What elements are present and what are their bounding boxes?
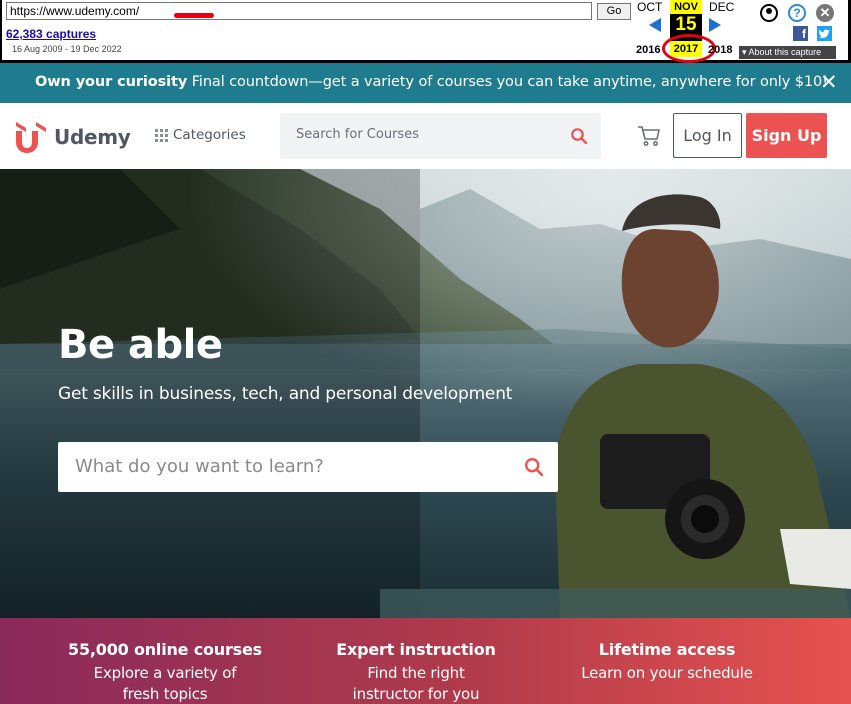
login-button[interactable]: Log In	[673, 113, 742, 158]
feature-description: Find the right instructor for you	[352, 664, 480, 703]
wayback-next-month[interactable]: DEC	[709, 0, 734, 14]
wayback-prev-year[interactable]: 2016	[636, 44, 660, 56]
promo-close-icon[interactable]: ✕	[820, 71, 838, 93]
grid-icon	[155, 128, 168, 142]
hero-subtitle: Get skills in business, tech, and person…	[58, 384, 513, 404]
feature-description: Learn on your schedule	[581, 664, 753, 682]
twitter-icon[interactable]	[817, 26, 832, 41]
search-icon[interactable]	[524, 457, 544, 477]
wayback-prev-month[interactable]: OCT	[637, 0, 662, 14]
feature-title: 55,000 online courses	[68, 640, 262, 659]
site-header: Udemy Categories Log In Sign Up	[0, 103, 851, 169]
red-annotation-mark	[174, 13, 214, 18]
search-icon[interactable]	[570, 127, 588, 145]
wayback-current-month: NOV	[670, 0, 702, 14]
help-icon[interactable]: ?	[788, 4, 806, 22]
promo-banner: Own your curiosity Final countdown—get a…	[0, 63, 851, 103]
wayback-captures-link[interactable]: 62,383 captures	[6, 27, 96, 41]
hero-section: Be able Get skills in business, tech, an…	[0, 169, 851, 618]
promo-bold-text: Own your curiosity	[35, 74, 188, 90]
signup-button[interactable]: Sign Up	[746, 113, 827, 158]
about-capture-label: About this capture	[748, 47, 822, 57]
feature-instruction: Expert instruction Find the right instru…	[291, 640, 541, 704]
prev-capture-arrow-icon[interactable]	[649, 18, 661, 32]
user-icon[interactable]	[760, 4, 778, 22]
feature-title: Expert instruction	[336, 640, 496, 659]
wayback-go-button[interactable]: Go	[597, 3, 631, 20]
categories-label: Categories	[173, 127, 246, 143]
feature-title: Lifetime access	[598, 640, 736, 659]
next-capture-arrow-icon[interactable]	[709, 18, 721, 32]
hero-search	[58, 442, 558, 492]
wayback-url-input[interactable]: https://www.udemy.com/	[6, 2, 592, 20]
header-search	[280, 113, 601, 159]
udemy-logo-icon	[16, 122, 46, 153]
features-strip: 55,000 online courses Explore a variety …	[0, 618, 851, 704]
close-icon[interactable]: ✕	[816, 4, 834, 22]
udemy-logo[interactable]: Udemy	[12, 120, 131, 154]
promo-text: Own your curiosity Final countdown—get a…	[35, 74, 828, 90]
feature-description: Explore a variety of fresh topics	[93, 664, 237, 703]
wayback-next-year[interactable]: 2018	[708, 44, 732, 56]
facebook-icon[interactable]: f	[793, 26, 808, 41]
about-capture-button[interactable]: ▾ About this capture	[739, 46, 836, 59]
feature-courses: 55,000 online courses Explore a variety …	[40, 640, 290, 704]
hero-search-input[interactable]	[75, 456, 505, 477]
feature-lifetime: Lifetime access Learn on your schedule	[542, 640, 792, 684]
header-search-input[interactable]	[296, 127, 566, 142]
categories-menu[interactable]: Categories	[155, 127, 246, 143]
wayback-date-range: 16 Aug 2009 - 19 Dec 2022	[12, 44, 122, 54]
wayback-toolbar: https://www.udemy.com/ Go 62,383 capture…	[0, 0, 851, 63]
cart-icon[interactable]	[636, 124, 662, 148]
promo-body-text: Final countdown—get a variety of courses…	[187, 74, 828, 90]
logo-text: Udemy	[54, 125, 131, 149]
hero-title: Be able	[58, 322, 223, 368]
wayback-current-day: 15	[675, 14, 697, 35]
